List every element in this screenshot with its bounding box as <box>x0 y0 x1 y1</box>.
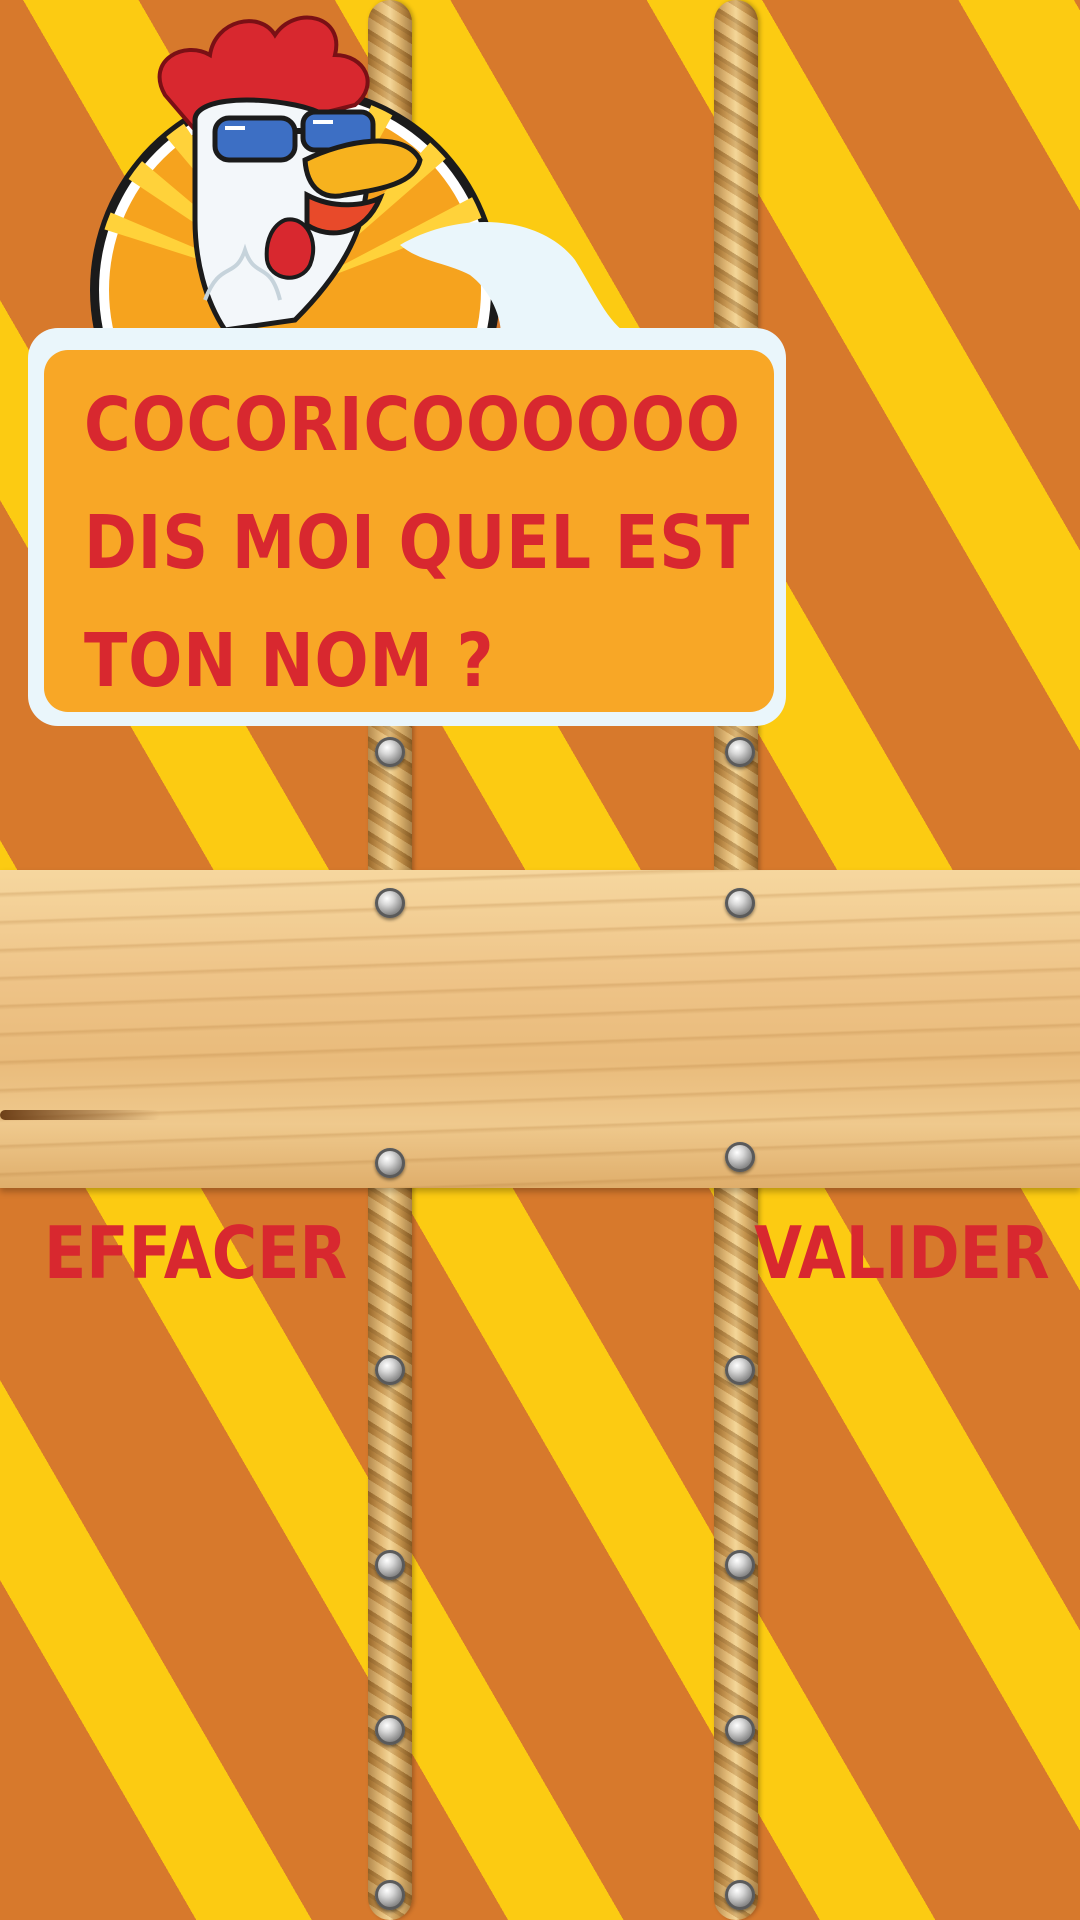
wooden-name-plank[interactable] <box>0 870 1080 1188</box>
screw-icon <box>375 1880 405 1910</box>
screw-icon <box>375 1550 405 1580</box>
screw-icon <box>375 888 405 918</box>
screw-icon <box>725 737 755 767</box>
dialog-text: COCORICOOOOOO DIS MOI QUEL EST TON NOM ? <box>84 366 751 720</box>
screw-icon <box>375 1715 405 1745</box>
validate-button[interactable]: VALIDER <box>754 1208 1050 1298</box>
game-screen: COCORICOOOOOO DIS MOI QUEL EST TON NOM ?… <box>0 0 1080 1920</box>
screw-icon <box>375 1355 405 1385</box>
screw-icon <box>725 1142 755 1172</box>
clear-button[interactable]: EFFACER <box>44 1208 347 1298</box>
screw-icon <box>725 888 755 918</box>
screw-icon <box>725 1355 755 1385</box>
screw-icon <box>725 1550 755 1580</box>
wood-grain <box>0 1110 160 1120</box>
rooster-mascot-icon <box>45 0 545 495</box>
screw-icon <box>375 1148 405 1178</box>
dialog-line: COCORICOOOOOO <box>84 382 741 468</box>
dialog-line: TON NOM ? <box>84 618 495 704</box>
screw-icon <box>725 1715 755 1745</box>
dialog-line: DIS MOI QUEL EST <box>84 500 751 586</box>
screw-icon <box>375 737 405 767</box>
screw-icon <box>725 1880 755 1910</box>
